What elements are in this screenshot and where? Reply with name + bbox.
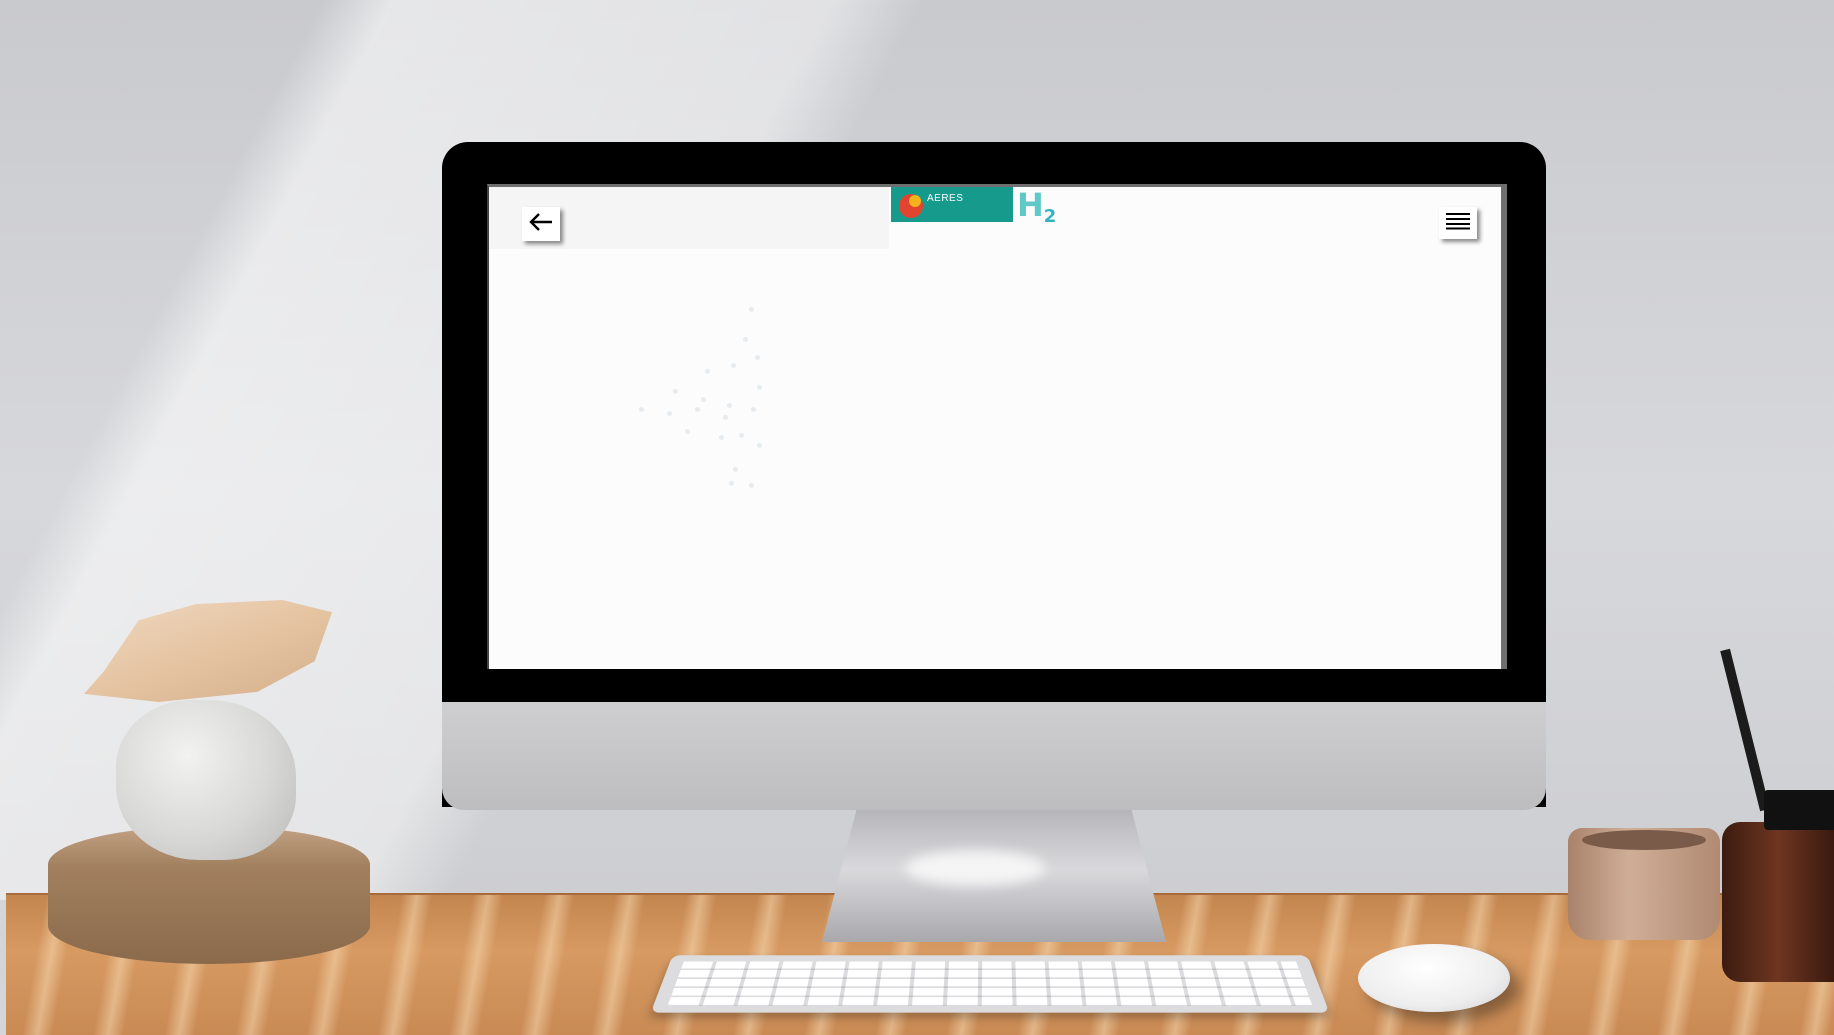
mouse[interactable] (1358, 944, 1510, 1012)
dot (755, 355, 760, 360)
back-button[interactable] (522, 207, 560, 241)
dot (719, 435, 724, 440)
dot (727, 403, 732, 408)
dot (749, 307, 754, 312)
dot (731, 363, 736, 368)
stand-highlight (905, 850, 1045, 886)
dot (695, 407, 700, 412)
arrow-left-icon (528, 212, 554, 237)
dot (701, 397, 706, 402)
monitor-chin (442, 702, 1546, 810)
keyboard[interactable] (650, 955, 1330, 1013)
loading-dots (639, 307, 799, 507)
dot (743, 337, 748, 342)
dot (705, 369, 710, 374)
aeres-logo: AERES (891, 187, 1013, 222)
white-rock (116, 700, 296, 860)
dot (723, 415, 728, 420)
stone-cup-opening (1582, 830, 1706, 850)
dot (673, 389, 678, 394)
h2-logo: H2 (1017, 187, 1077, 227)
dot (757, 443, 762, 448)
jar-cap (1764, 790, 1834, 830)
aeres-logo-text: AERES (927, 193, 964, 204)
h2-logo-main: H (1017, 186, 1044, 224)
dot (733, 467, 738, 472)
menu-button[interactable] (1439, 207, 1477, 239)
dot (751, 407, 756, 412)
dot (667, 411, 672, 416)
dot (685, 429, 690, 434)
dot (757, 385, 762, 390)
h2-logo-sub: 2 (1043, 206, 1057, 227)
amber-jar (1722, 822, 1834, 982)
monitor-screen: AERES H2 (487, 184, 1507, 669)
keyboard-keys[interactable] (667, 961, 1313, 1006)
dot (729, 481, 734, 486)
hamburger-menu-icon (1444, 212, 1472, 235)
dot (639, 407, 644, 412)
aeres-logo-mark-icon (899, 194, 923, 218)
dot (739, 433, 744, 438)
dot (749, 483, 754, 488)
